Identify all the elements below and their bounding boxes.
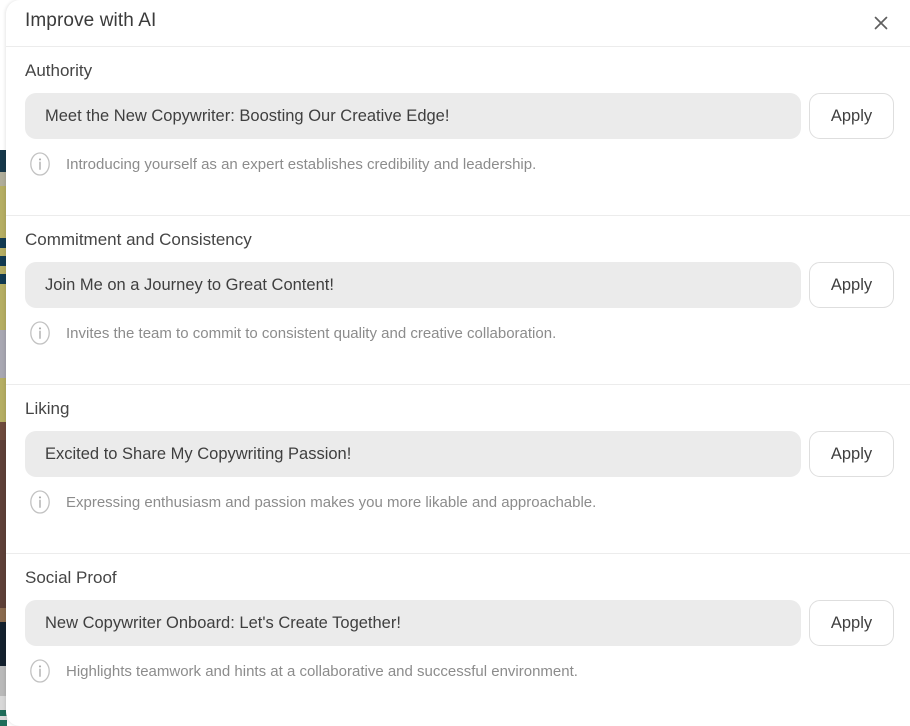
suggestion-section: Commitment and Consistency Apply Invites t…	[6, 216, 910, 385]
suggestion-section: Social Proof Apply Highlights teamwork and…	[6, 554, 910, 723]
description-row: Introducing yourself as an expert establ…	[27, 151, 536, 177]
info-icon	[27, 489, 53, 515]
section-heading: Authority	[25, 61, 93, 80]
suggestion-section: Liking Apply Expressing enthusiasm and pas…	[6, 385, 910, 554]
description-row: Expressing enthusiasm and passion makes …	[27, 489, 596, 515]
suggestion-input[interactable]	[25, 431, 801, 477]
improve-with-ai-dialog: Improve with AI Authority Apply Introducin…	[6, 0, 910, 726]
suggestion-input[interactable]	[25, 262, 801, 308]
apply-button[interactable]: Apply	[809, 93, 894, 139]
apply-button[interactable]: Apply	[809, 600, 894, 646]
suggestion-section: Authority Apply Introducing yourself as an…	[6, 47, 910, 216]
section-heading: Social Proof	[25, 568, 117, 587]
info-icon	[27, 151, 53, 177]
description-row: Invites the team to commit to consistent…	[27, 320, 556, 346]
section-heading: Commitment and Consistency	[25, 230, 252, 249]
suggestion-input[interactable]	[25, 93, 801, 139]
suggestion-input[interactable]	[25, 600, 801, 646]
description-text: Introducing yourself as an expert establ…	[66, 155, 537, 173]
dialog-title: Improve with AI	[25, 10, 157, 31]
suggestions-list: Authority Apply Introducing yourself as an…	[6, 47, 910, 723]
description-text: Invites the team to commit to consistent…	[66, 324, 557, 342]
close-icon[interactable]	[867, 9, 895, 37]
description-text: Expressing enthusiasm and passion makes …	[66, 493, 597, 511]
apply-button[interactable]: Apply	[809, 262, 894, 308]
info-icon	[27, 320, 53, 346]
description-text: Highlights teamwork and hints at a colla…	[66, 662, 578, 680]
section-heading: Liking	[25, 399, 70, 418]
apply-button[interactable]: Apply	[809, 431, 894, 477]
info-icon	[27, 658, 53, 684]
description-row: Highlights teamwork and hints at a colla…	[27, 658, 578, 684]
dialog-header: Improve with AI	[6, 0, 910, 47]
